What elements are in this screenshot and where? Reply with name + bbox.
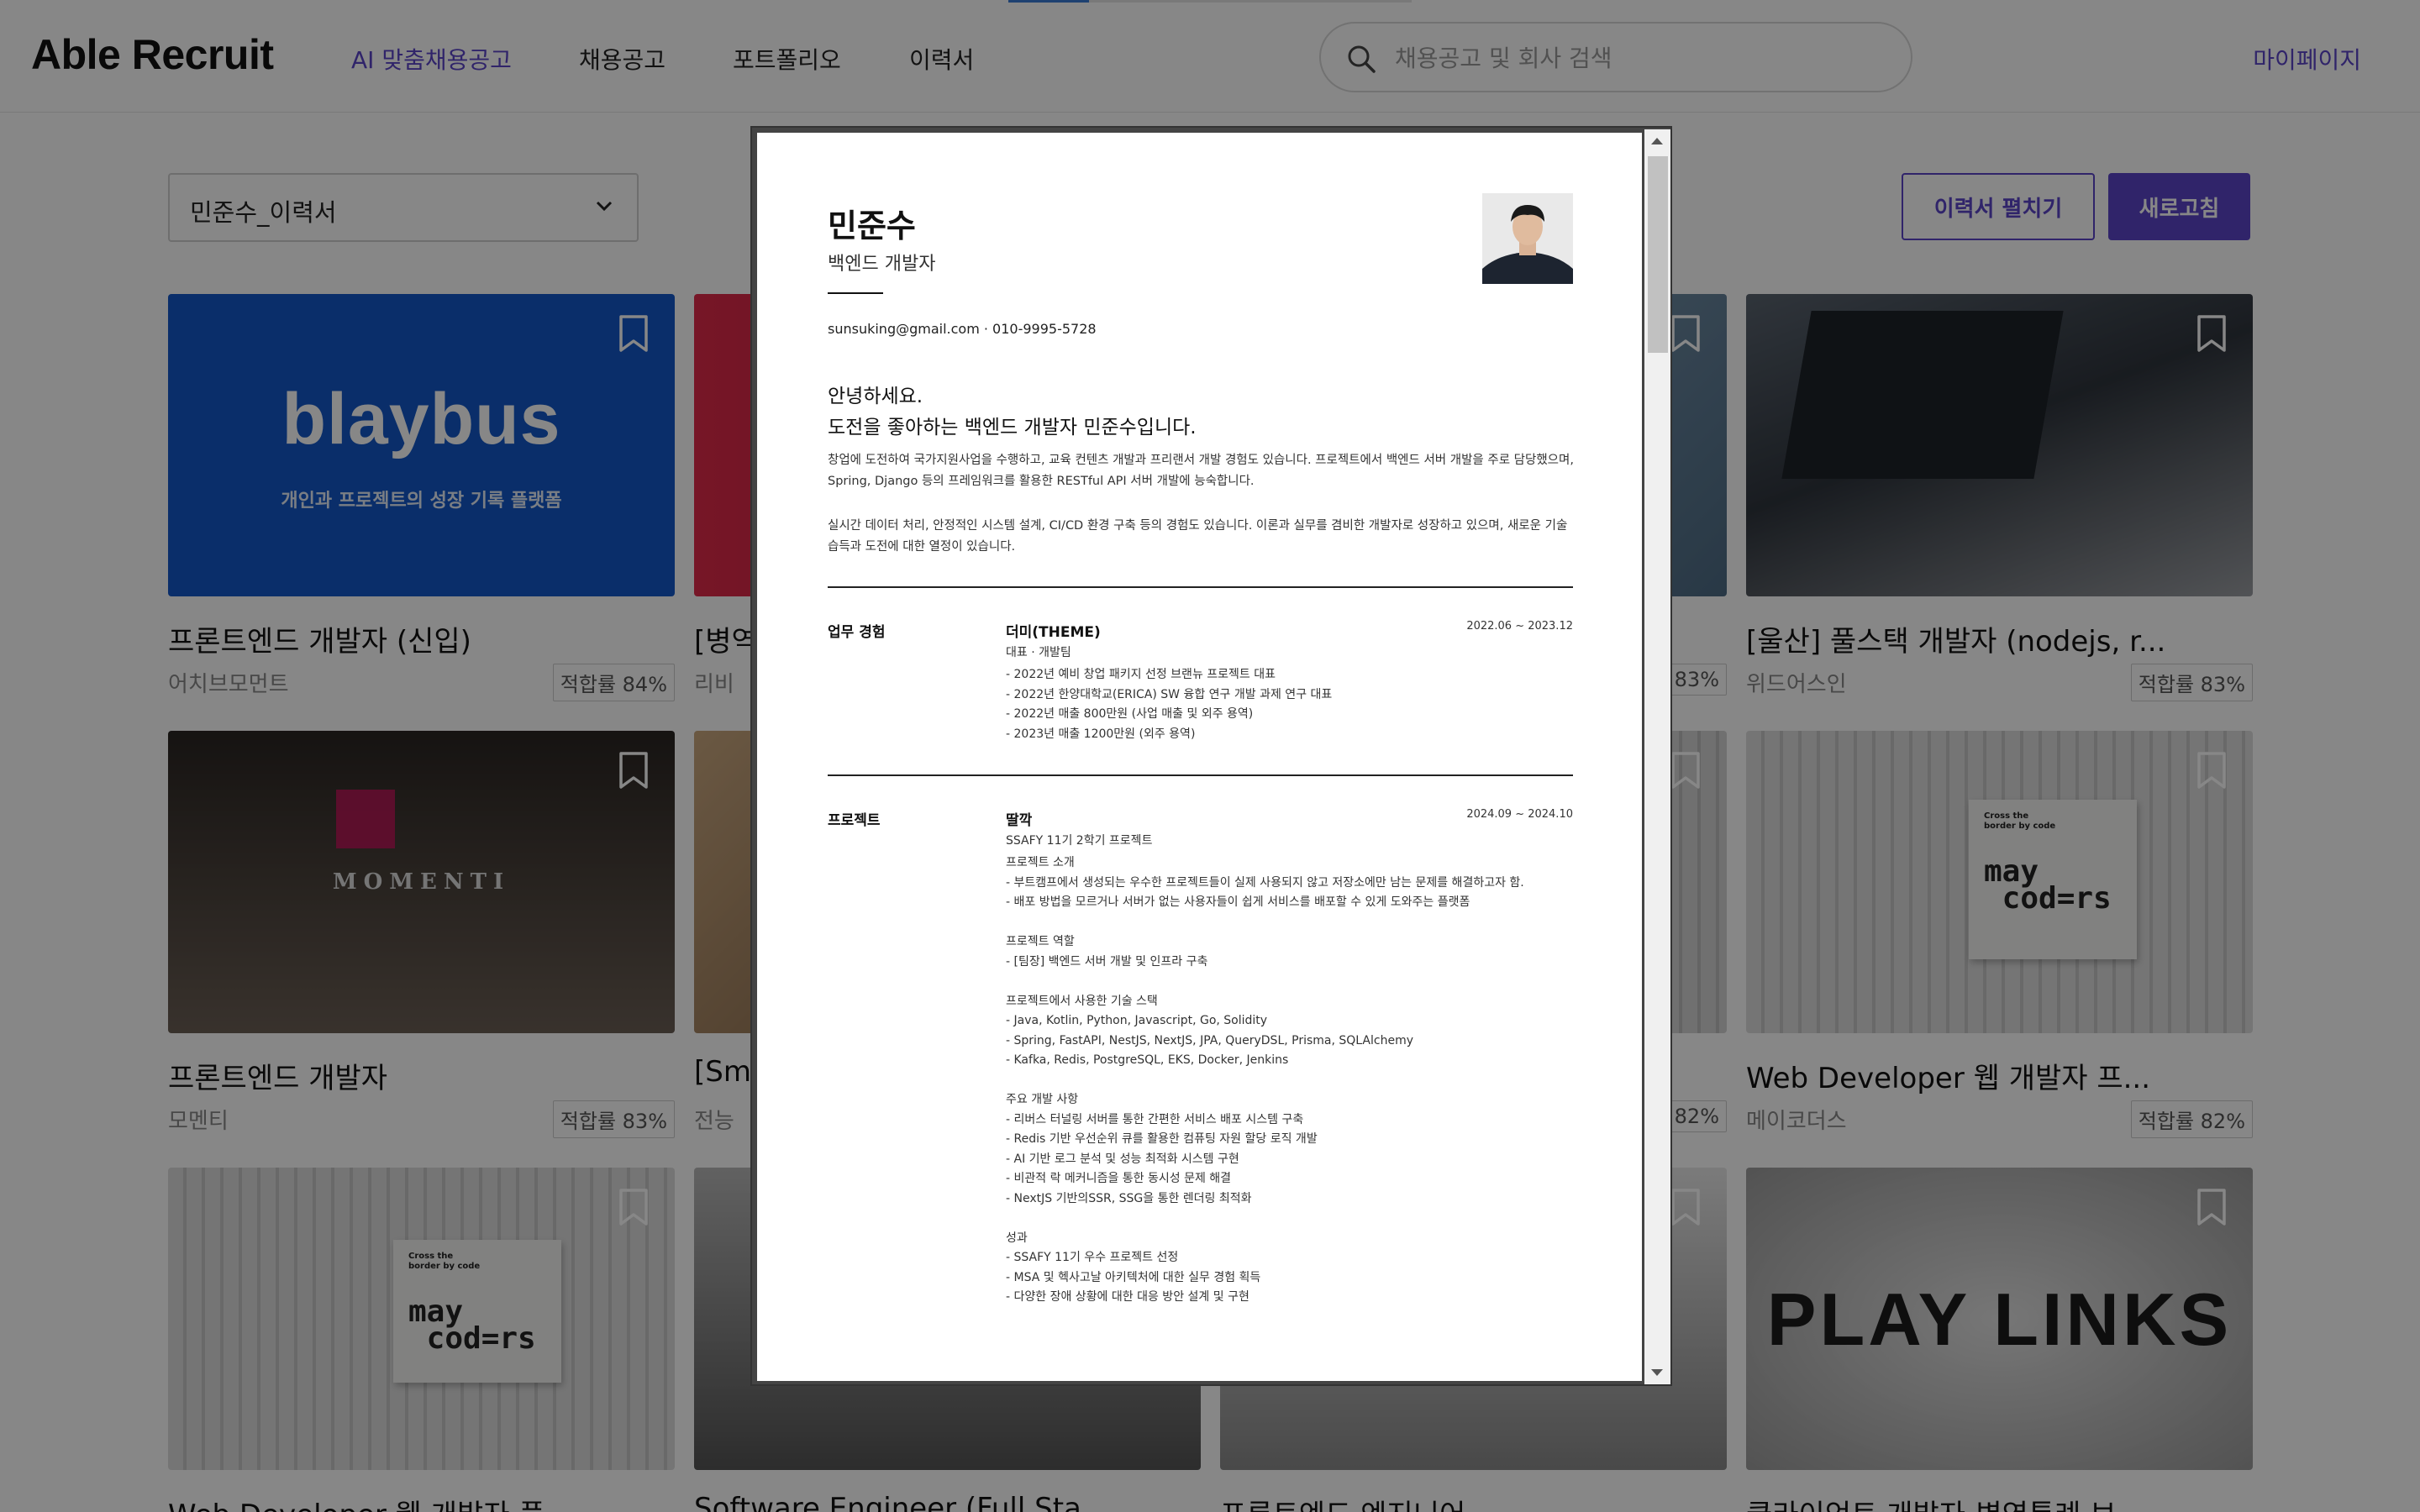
project-line: 주요 개발 사항: [1006, 1093, 1079, 1106]
resume-preview-modal: 민준수 백엔드 개발자 sunsuking@gmail.com · 010-99…: [750, 126, 1672, 1386]
project-line: [1006, 913, 1577, 933]
resume-page: 민준수 백엔드 개발자 sunsuking@gmail.com · 010-99…: [757, 133, 1642, 1381]
modal-scrollbar[interactable]: [1644, 129, 1670, 1384]
project-line: 성과: [1006, 1231, 1028, 1245]
project-date: 2024.09 ~ 2024.10: [1466, 808, 1573, 821]
project-line: [1006, 972, 1577, 992]
experience-item: - 2022년 예비 창업 패키지 선정 브랜뉴 프로젝트 대표: [1006, 668, 1276, 681]
intro-line: 창업에 도전하여 국가지원사업을 수행하고, 교육 컨텐츠 개발과 프리랜서 개…: [828, 454, 1574, 467]
experience-section-title: 업무 경험: [828, 624, 886, 641]
project-line: 프로젝트 소개: [1006, 856, 1075, 869]
project-line: - 배포 방법을 모르거나 서버가 없는 사용자들이 쉽게 서비스를 배포할 수…: [1006, 895, 1470, 909]
resume-name: 민준수: [828, 207, 916, 244]
section-divider: [828, 586, 1573, 588]
intro-line: 습득과 도전에 대한 열정이 있습니다.: [828, 540, 1016, 554]
project-line: - [팀장] 백엔드 서버 개발 및 인프라 구축: [1006, 954, 1208, 969]
project-line: - MSA 및 헥사고날 아키텍처에 대한 실무 경험 획득: [1006, 1270, 1261, 1284]
project-line: - 부트캠프에서 생성되는 우수한 프로젝트들이 실제 사용되지 않고 저장소에…: [1006, 875, 1524, 890]
greeting-line-1: 안녕하세요.: [828, 386, 923, 407]
experience-company: 더미(THEME): [1006, 624, 1101, 641]
project-line: 프로젝트 역할: [1006, 935, 1075, 948]
experience-date: 2022.06 ~ 2023.12: [1466, 620, 1573, 633]
project-line: [1006, 1071, 1577, 1091]
project-line: - Redis 기반 우선순위 큐를 활용한 컴퓨팅 자원 할당 로직 개발: [1006, 1132, 1318, 1146]
resume-contact: sunsuking@gmail.com · 010-9995-5728: [828, 321, 1097, 337]
project-name: 딸깍: [1006, 812, 1033, 829]
resume-greeting: 안녕하세요. 도전을 좋아하는 백엔드 개발자 민준수입니다.: [828, 381, 1197, 444]
project-line: - Spring, FastAPI, NestJS, NextJS, JPA, …: [1006, 1033, 1413, 1047]
intro-line: Spring, Django 등의 프레임워크를 활용한 RESTful API…: [828, 475, 1255, 488]
project-line: - 비관적 락 메커니즘을 통한 동시성 문제 해결: [1006, 1172, 1232, 1185]
scroll-up-arrow-icon[interactable]: [1650, 136, 1664, 146]
experience-item: - 2022년 한양대학교(ERICA) SW 융합 연구 개발 과제 연구 대…: [1006, 687, 1333, 701]
experience-list: - 2022년 예비 창업 패키지 선정 브랜뉴 프로젝트 대표 - 2022년…: [1006, 665, 1577, 744]
project-line: - Kafka, Redis, PostgreSQL, EKS, Docker,…: [1006, 1053, 1289, 1067]
scrollbar-thumb[interactable]: [1648, 156, 1668, 353]
project-line: - 다양한 장애 상황에 대한 대응 방안 설계 및 구현: [1006, 1290, 1249, 1304]
profile-photo-illustration: [1482, 193, 1573, 284]
intro-paragraph-1: 창업에 도전하여 국가지원사업을 수행하고, 교육 컨텐츠 개발과 프리랜서 개…: [828, 450, 1576, 492]
project-subtitle: SSAFY 11기 2학기 프로젝트: [1006, 834, 1153, 848]
experience-position: 대표 · 개발팀: [1006, 646, 1071, 659]
profile-photo: [1482, 193, 1573, 284]
resume-role: 백엔드 개발자: [828, 254, 936, 275]
divider: [828, 292, 883, 294]
scroll-down-arrow-icon[interactable]: [1650, 1368, 1664, 1378]
project-line: - NextJS 기반의SSR, SSG을 통한 렌더링 최적화: [1006, 1191, 1252, 1205]
experience-item: - 2022년 매출 800만원 (사업 매출 및 외주 용역): [1006, 707, 1254, 721]
project-details: 프로젝트 소개 - 부트캠프에서 생성되는 우수한 프로젝트들이 실제 사용되지…: [1006, 853, 1577, 1308]
project-line: 프로젝트에서 사용한 기술 스택: [1006, 994, 1158, 1008]
greeting-line-2: 도전을 좋아하는 백엔드 개발자 민준수입니다.: [828, 417, 1197, 438]
experience-item: - 2023년 매출 1200만원 (외주 용역): [1006, 727, 1196, 741]
intro-line: 실시간 데이터 처리, 안정적인 시스템 설계, CI/CD 환경 구축 등의 …: [828, 519, 1568, 533]
project-section-title: 프로젝트: [828, 812, 881, 829]
project-line: - AI 기반 로그 분석 및 성능 최적화 시스템 구현: [1006, 1152, 1239, 1166]
section-divider: [828, 774, 1573, 776]
project-line: [1006, 1209, 1577, 1229]
project-line: - 리버스 터널링 서버를 통한 간편한 서비스 배포 시스템 구축: [1006, 1112, 1304, 1126]
project-line: - SSAFY 11기 우수 프로젝트 선정: [1006, 1251, 1179, 1264]
intro-paragraph-2: 실시간 데이터 처리, 안정적인 시스템 설계, CI/CD 환경 구축 등의 …: [828, 516, 1576, 558]
project-line: - Java, Kotlin, Python, Javascript, Go, …: [1006, 1014, 1268, 1027]
